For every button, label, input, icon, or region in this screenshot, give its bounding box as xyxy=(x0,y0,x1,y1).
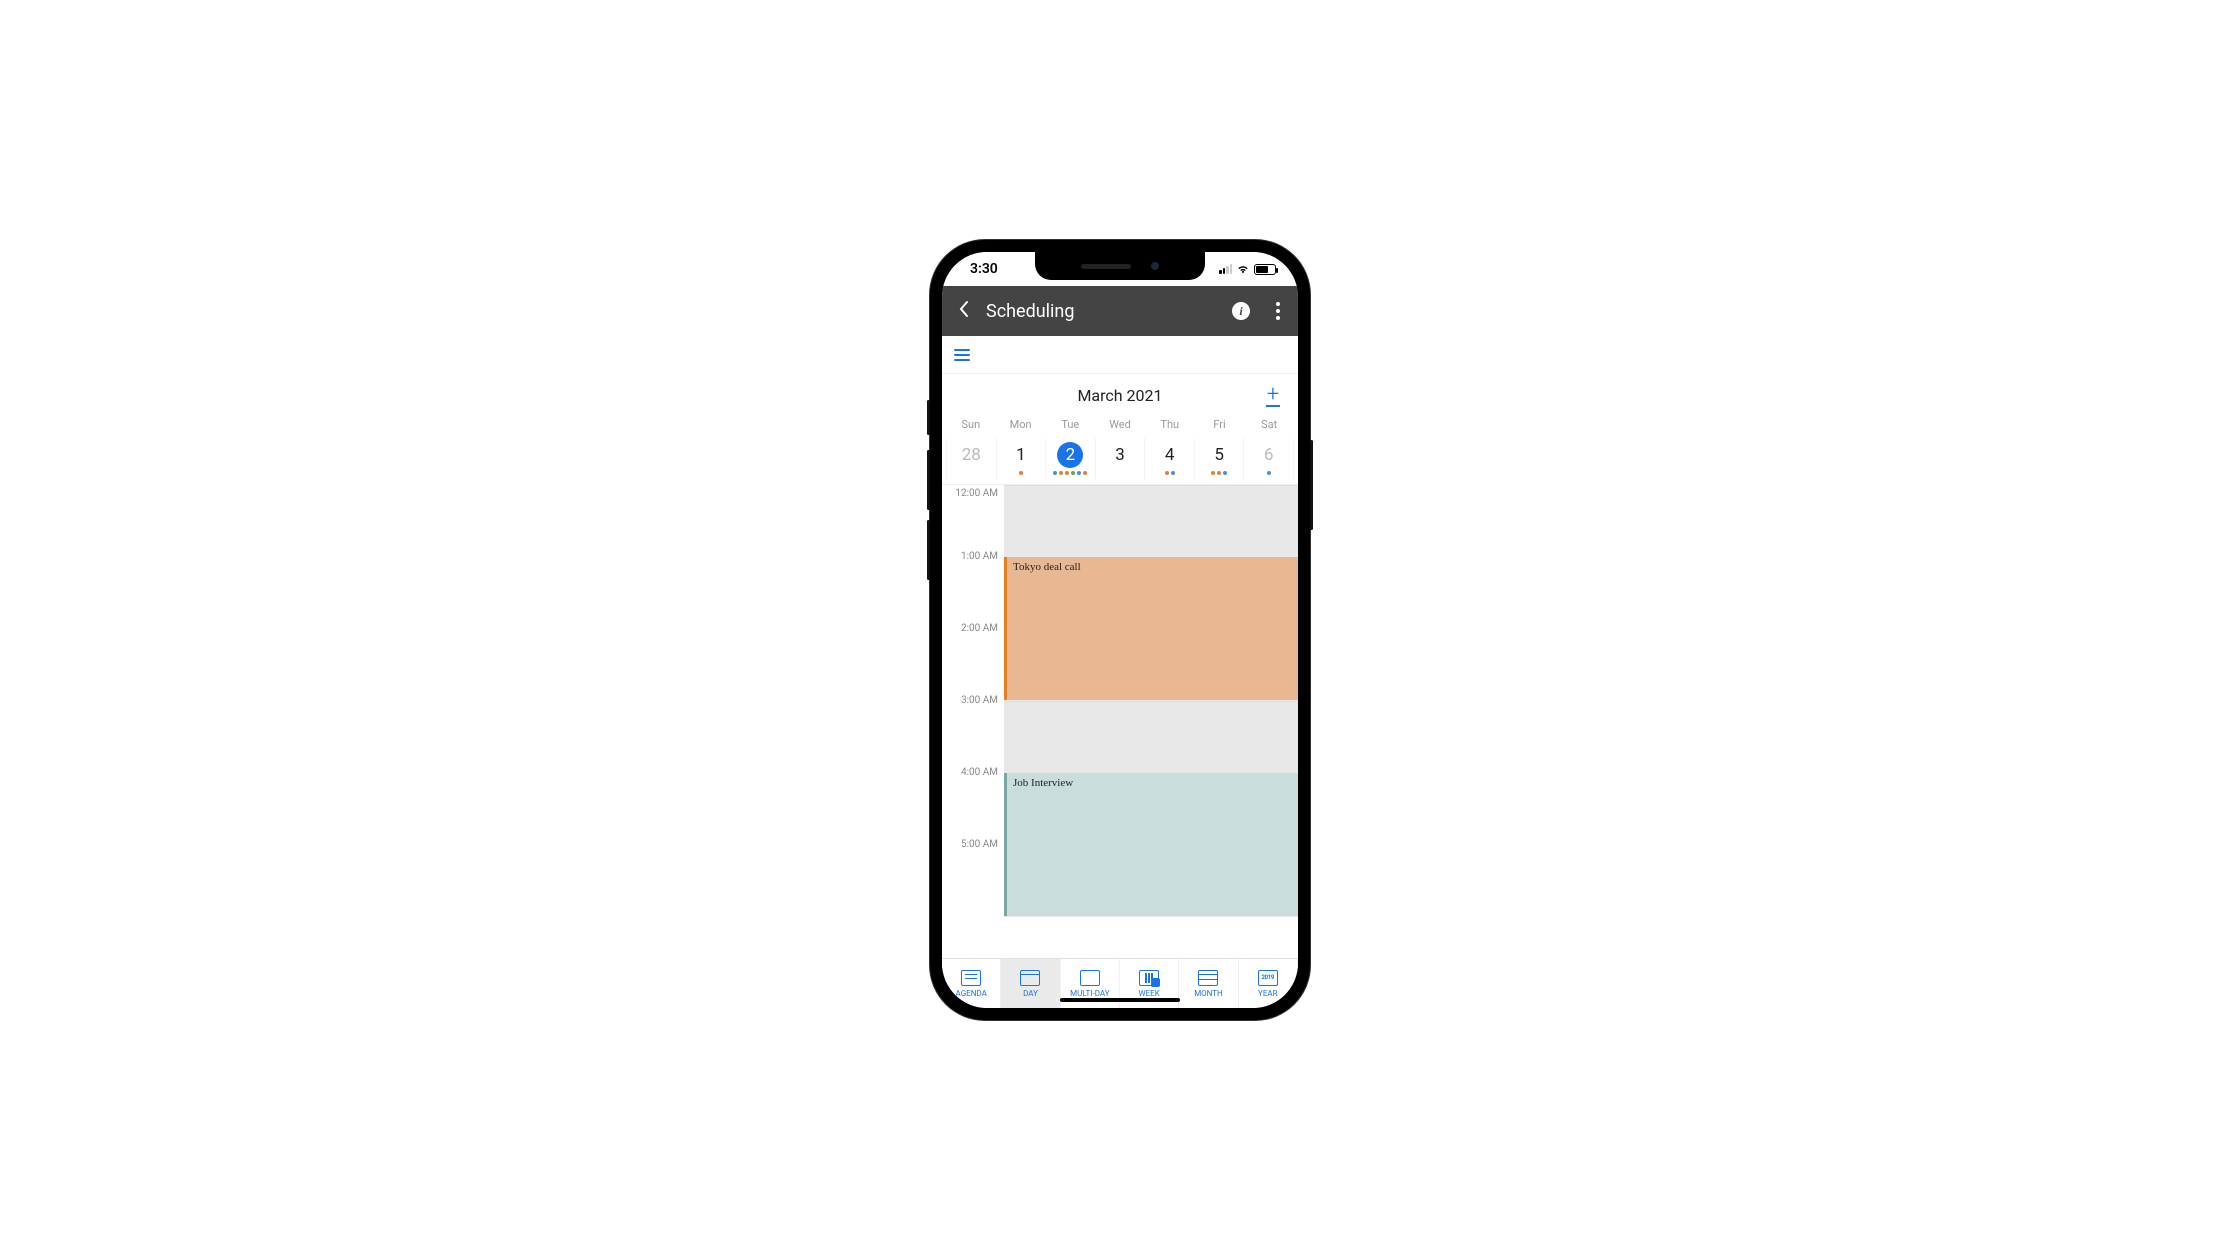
hour-label: 4:00 AM xyxy=(942,767,1004,839)
info-button[interactable]: i xyxy=(1232,302,1250,320)
tab-label: MONTH xyxy=(1194,989,1223,998)
hour-label: 2:00 AM xyxy=(942,623,1004,695)
event-dots xyxy=(1244,471,1293,476)
tab-month[interactable]: MONTH xyxy=(1179,959,1238,1008)
cellular-signal-icon xyxy=(1219,264,1232,274)
hour-label: 3:00 AM xyxy=(942,695,1004,767)
calendar-header: March 2021 + xyxy=(942,374,1298,413)
calendar-month-title[interactable]: March 2021 xyxy=(1077,386,1162,405)
weekday-label: Sat xyxy=(1261,418,1277,431)
tab-agenda[interactable]: AGENDA xyxy=(942,959,1001,1008)
phone-frame: 3:30 Scheduling i March 2021 + xyxy=(930,240,1310,1020)
day-number: 6 xyxy=(1256,442,1282,468)
day-number: 2 xyxy=(1057,442,1083,468)
weekday-label: Wed xyxy=(1109,418,1131,431)
weekday-label: Fri xyxy=(1213,418,1225,431)
hour-label: 5:00 AM xyxy=(942,839,1004,911)
weekday-label: Thu xyxy=(1160,418,1179,431)
event-dots xyxy=(1195,471,1244,476)
page-title: Scheduling xyxy=(986,301,1074,322)
more-menu-button[interactable] xyxy=(1268,302,1288,320)
home-indicator[interactable] xyxy=(1060,998,1180,1002)
weekday-label: Sun xyxy=(962,418,981,431)
status-time: 3:30 xyxy=(970,261,998,277)
day-number: 1 xyxy=(1008,442,1034,468)
event-dots xyxy=(997,471,1046,476)
week-icon xyxy=(1139,970,1159,986)
month-icon xyxy=(1198,970,1218,986)
toolbar xyxy=(942,336,1298,374)
day-cell[interactable]: 4 xyxy=(1145,438,1195,480)
notch xyxy=(1035,252,1205,280)
tab-label: DAY xyxy=(1023,989,1038,998)
tab-year[interactable]: 2019 YEAR xyxy=(1239,959,1298,1008)
day-cell[interactable]: 3 xyxy=(1096,438,1146,480)
tab-day[interactable]: DAY xyxy=(1001,959,1060,1008)
day-number-row: 28 1 2 3 4 5 6 xyxy=(942,432,1298,485)
tab-label: WEEK xyxy=(1139,989,1160,998)
day-cell[interactable]: 1 xyxy=(997,438,1047,480)
calendar-event[interactable]: Tokyo deal call xyxy=(1004,557,1298,700)
hour-label: 1:00 AM xyxy=(942,551,1004,623)
agenda-icon xyxy=(961,970,981,986)
screen: 3:30 Scheduling i March 2021 + xyxy=(942,252,1298,1008)
calendar-event[interactable]: Job Interview xyxy=(1004,773,1298,916)
timeline[interactable]: 12:00 AM 1:00 AM 2:00 AM 3:00 AM 4:00 AM… xyxy=(942,485,1298,958)
weekday-label: Mon xyxy=(1010,418,1032,431)
day-number: 5 xyxy=(1206,442,1232,468)
back-button[interactable] xyxy=(952,299,976,323)
day-cell[interactable]: 5 xyxy=(1195,438,1245,480)
day-icon xyxy=(1020,970,1040,986)
add-event-button[interactable]: + xyxy=(1266,385,1280,407)
day-cell[interactable]: 6 xyxy=(1244,438,1294,480)
event-dots xyxy=(1145,471,1194,476)
day-cell[interactable]: 28 xyxy=(946,438,997,480)
day-cell[interactable]: 2 xyxy=(1046,438,1096,480)
weekday-row: Sun Mon Tue Wed Thu Fri Sat xyxy=(942,413,1298,432)
day-number: 4 xyxy=(1157,442,1183,468)
wifi-icon xyxy=(1236,262,1250,276)
app-bar: Scheduling i xyxy=(942,286,1298,336)
day-number: 28 xyxy=(958,442,984,468)
tab-label: YEAR xyxy=(1258,989,1278,998)
hour-label: 12:00 AM xyxy=(942,488,1004,560)
multiday-icon xyxy=(1080,970,1100,986)
hamburger-button[interactable] xyxy=(954,349,970,361)
battery-icon xyxy=(1254,264,1276,275)
tab-label: AGENDA xyxy=(956,989,987,998)
year-icon: 2019 xyxy=(1258,970,1278,986)
tab-label: MULTI-DAY xyxy=(1070,989,1109,998)
weekday-label: Tue xyxy=(1061,418,1079,431)
day-number: 3 xyxy=(1107,442,1133,468)
event-dots xyxy=(1046,471,1095,476)
